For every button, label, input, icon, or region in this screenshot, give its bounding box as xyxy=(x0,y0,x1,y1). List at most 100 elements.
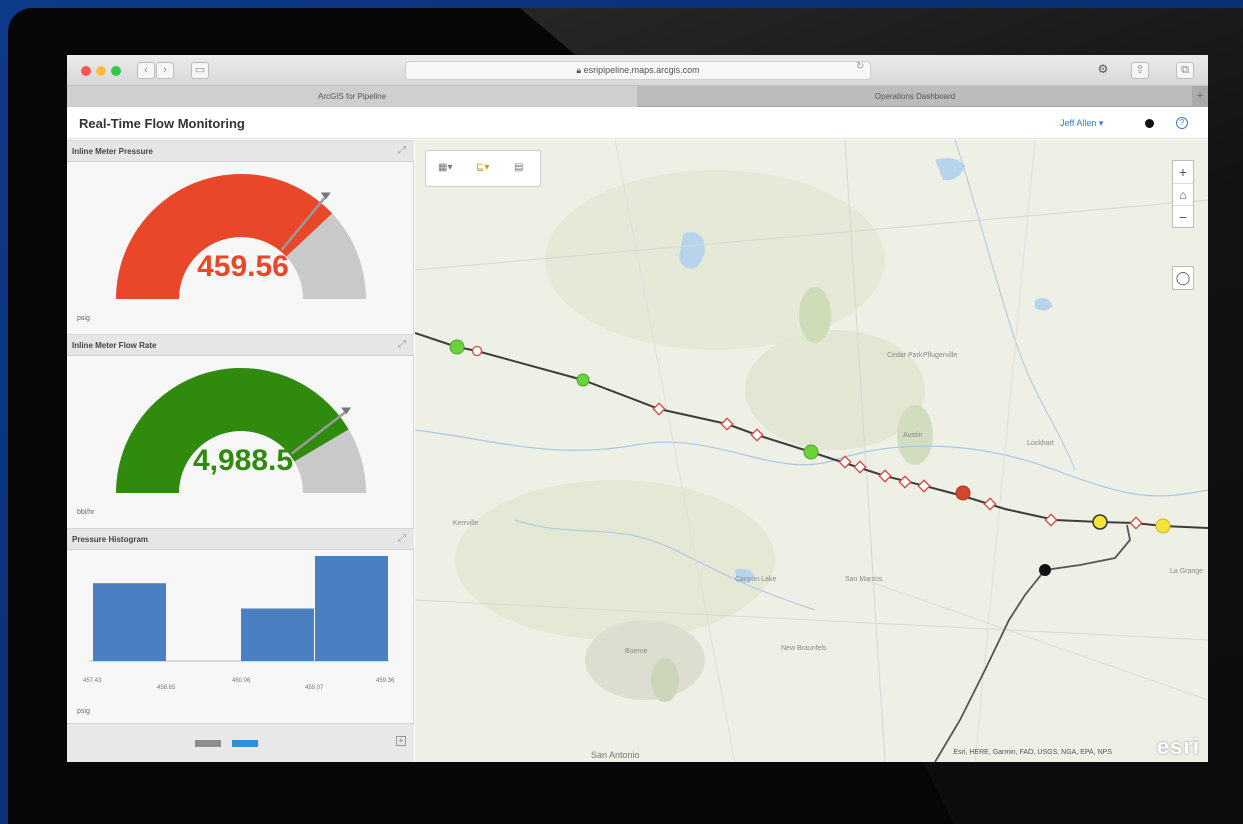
status-normal-marker[interactable] xyxy=(449,339,465,355)
tab-operations-dashboard[interactable]: Operations Dashboard xyxy=(638,86,1192,107)
sensor-marker[interactable] xyxy=(983,497,997,511)
legend-icon[interactable]: ▤ xyxy=(514,162,523,173)
sensor-marker[interactable] xyxy=(652,402,666,416)
map-label: San Marcos xyxy=(845,576,883,583)
sensor-marker[interactable] xyxy=(853,460,867,474)
flow-gauge xyxy=(116,368,366,493)
status-normal-marker[interactable] xyxy=(803,444,819,460)
home-icon[interactable]: ⌂ xyxy=(1173,183,1193,205)
tab-arcgis-pipeline[interactable]: ArcGIS for Pipeline xyxy=(67,86,637,107)
share-icon[interactable]: ⇧ xyxy=(1131,62,1149,79)
histogram-tick: 457.43 xyxy=(83,678,102,684)
forward-arrow-icon[interactable]: › xyxy=(156,62,174,79)
settings-gear-icon[interactable]: ⚙ xyxy=(1094,62,1112,79)
status-normal-marker[interactable] xyxy=(576,373,590,387)
lake-water xyxy=(935,158,965,181)
pipeline-branch[interactable] xyxy=(934,524,1131,762)
new-tab-plus-icon[interactable]: + xyxy=(1192,86,1208,107)
locate-control: ◯ xyxy=(1172,266,1194,290)
maximize-window-icon[interactable] xyxy=(111,66,121,76)
sensor-marker[interactable] xyxy=(471,345,483,357)
sensor-marker[interactable] xyxy=(1044,513,1058,527)
status-alarm-marker[interactable] xyxy=(955,485,971,501)
map-label: Boerne xyxy=(625,648,648,655)
browser-tab-bar: ArcGIS for Pipeline Operations Dashboard… xyxy=(67,86,1208,107)
map-label: Lockhart xyxy=(1027,440,1054,447)
sensor-marker[interactable] xyxy=(878,469,892,483)
tabs-overview-icon[interactable]: ⧉ xyxy=(1176,62,1194,79)
basemap-gallery-icon[interactable]: ▦▾ xyxy=(438,162,452,173)
widget-title: Pressure Histogram xyxy=(72,535,149,544)
sensor-marker[interactable] xyxy=(917,479,931,493)
widget-title: Inline Meter Flow Rate xyxy=(72,341,157,350)
map-label: Pflugerville xyxy=(923,352,958,359)
zoom-out-icon[interactable]: − xyxy=(1173,205,1193,227)
sensor-marker[interactable] xyxy=(898,475,912,489)
page-title: Real-Time Flow Monitoring xyxy=(79,116,245,131)
help-icon[interactable]: ? xyxy=(1176,117,1188,129)
back-arrow-icon[interactable]: ‹ xyxy=(137,62,155,79)
user-menu[interactable]: Jeff Allen ▾ xyxy=(1060,118,1103,129)
url-text: esripipeline.maps.arcgis.com xyxy=(583,65,700,75)
address-bar[interactable]: 🔒︎ esripipeline.maps.arcgis.com xyxy=(405,61,871,80)
expand-icon[interactable]: ⤢ xyxy=(398,533,406,544)
map-label: Austin xyxy=(903,432,923,439)
histogram-bar[interactable] xyxy=(93,583,166,661)
map-view[interactable]: Cedar Park Pflugerville Austin San Marco… xyxy=(415,140,1208,762)
lock-icon: 🔒︎ xyxy=(576,65,584,75)
zoom-in-icon[interactable]: + xyxy=(1173,161,1193,183)
page-indicator-2[interactable] xyxy=(232,740,258,747)
map-label: Kerrville xyxy=(453,520,479,527)
histogram-tick: 460.06 xyxy=(232,678,251,684)
map-label: La Grange xyxy=(1170,568,1204,575)
histogram-tick: 459.07 xyxy=(305,685,324,691)
histogram-bar[interactable] xyxy=(241,608,314,662)
histogram-widget-header: Pressure Histogram ⤢ xyxy=(67,528,414,550)
terrain-shade xyxy=(585,620,705,700)
zoom-controls: + ⌂ − xyxy=(1172,160,1194,228)
forest-patch xyxy=(799,287,831,343)
tab-label: Operations Dashboard xyxy=(874,92,956,101)
widget-panel: Inline Meter Pressure ⤢ 459.56 psig Inli… xyxy=(67,140,414,762)
sensor-marker[interactable] xyxy=(720,417,734,431)
flow-unit: bbl/hr xyxy=(77,509,95,516)
esri-logo: esri xyxy=(1156,734,1200,759)
histogram-bar[interactable] xyxy=(315,556,388,661)
page-indicator-1[interactable] xyxy=(195,740,221,747)
terrain-shade xyxy=(545,170,885,350)
road xyxy=(864,579,1208,701)
histogram-unit: psig xyxy=(77,708,90,715)
sensor-marker[interactable] xyxy=(1129,516,1143,530)
forest-patch xyxy=(651,658,679,702)
map-label: New Braunfels xyxy=(781,645,827,652)
map-attribution[interactable]: Esri, HERE, Garmin, FAO, USGS, NGA, EPA,… xyxy=(953,749,1112,756)
pressure-unit: psig xyxy=(77,315,90,322)
browser-window: ‹ › ▭ 🔒︎ esripipeline.maps.arcgis.com ↻ … xyxy=(67,55,1208,762)
river xyxy=(954,140,1076,471)
panel-footer: + xyxy=(67,723,414,762)
pressure-gauge xyxy=(116,174,366,299)
map-toolbar: ▦▾ ⊑▾ ▤ xyxy=(425,150,541,187)
sidebar-toggle-icon[interactable]: ▭ xyxy=(191,62,209,79)
status-warning-marker[interactable] xyxy=(1155,518,1171,534)
tab-label: ArcGIS for Pipeline xyxy=(317,92,387,101)
histogram-tick: 459.36 xyxy=(376,678,395,684)
app-header: Real-Time Flow Monitoring Jeff Allen ▾ ? xyxy=(67,107,1208,139)
status-warning-marker[interactable] xyxy=(1092,514,1108,530)
widget-title: Inline Meter Pressure xyxy=(72,147,153,156)
theme-toggle-icon[interactable] xyxy=(1145,119,1154,128)
minimize-window-icon[interactable] xyxy=(96,66,106,76)
add-widget-plus-icon[interactable]: + xyxy=(396,736,406,746)
status-offline-marker[interactable] xyxy=(1039,564,1051,576)
layer-list-icon[interactable]: ⊑▾ xyxy=(476,162,489,173)
lake-water xyxy=(1035,298,1053,311)
sensor-marker[interactable] xyxy=(750,428,764,442)
flow-value: 4,988.5 xyxy=(192,444,294,477)
browser-toolbar: ‹ › ▭ 🔒︎ esripipeline.maps.arcgis.com ↻ … xyxy=(67,55,1208,86)
expand-icon[interactable]: ⤢ xyxy=(398,339,406,350)
reload-icon[interactable]: ↻ xyxy=(856,61,864,72)
locate-icon[interactable]: ◯ xyxy=(1173,267,1193,289)
map-label: Cedar Park xyxy=(887,352,923,359)
expand-icon[interactable]: ⤢ xyxy=(398,145,406,156)
close-window-icon[interactable] xyxy=(81,66,91,76)
